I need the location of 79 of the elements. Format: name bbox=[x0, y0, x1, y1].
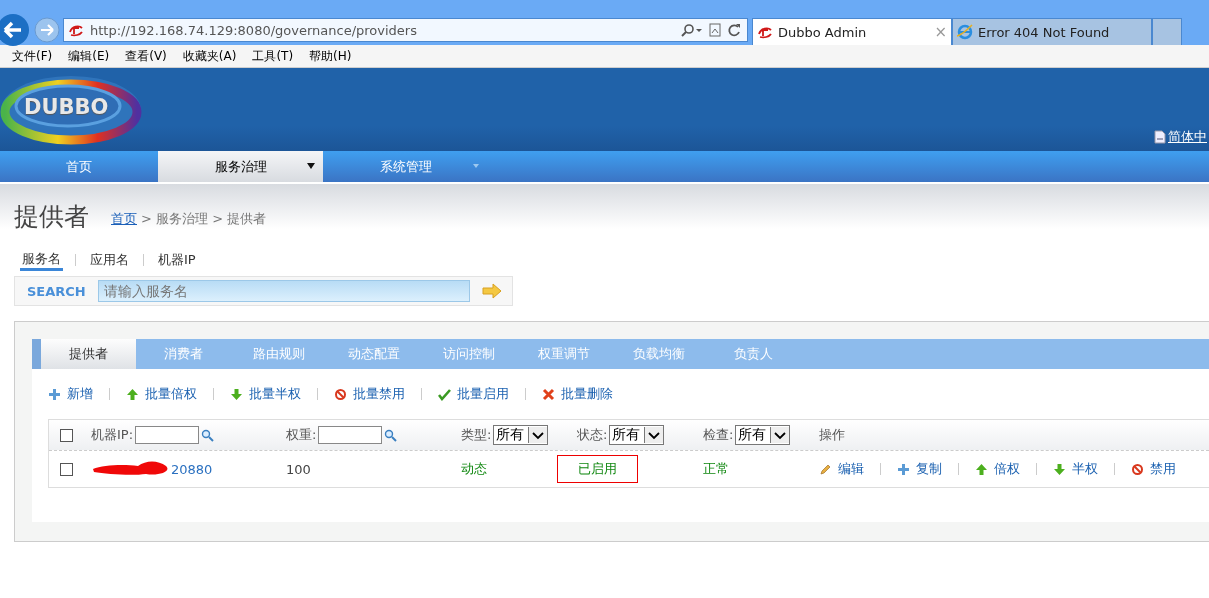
page-icon bbox=[68, 22, 84, 38]
action-link[interactable]: 批量禁用 bbox=[334, 385, 405, 403]
menu-item[interactable]: 查看(V) bbox=[125, 47, 167, 65]
tab-title: Error 404 Not Found bbox=[978, 24, 1110, 40]
nav-tab[interactable]: 服务治理 bbox=[158, 151, 323, 182]
logo-text: DUBBO bbox=[24, 95, 109, 119]
search-field[interactable]: 请输入服务名 bbox=[97, 280, 470, 302]
search-icon bbox=[201, 428, 215, 442]
filter-select[interactable]: 所有 bbox=[609, 425, 665, 445]
action-link[interactable]: 批量倍权 bbox=[126, 385, 197, 403]
browser-icon bbox=[957, 24, 973, 40]
filter-field[interactable] bbox=[318, 426, 383, 444]
new-tab-button[interactable] bbox=[1152, 18, 1182, 45]
down-arrow-icon bbox=[1053, 462, 1066, 476]
breadcrumb-text: > 服务治理 > 提供者 bbox=[141, 210, 267, 228]
document-icon bbox=[1154, 130, 1166, 144]
search-type-tab[interactable]: 机器IP bbox=[156, 251, 198, 269]
filter-label: 类型: bbox=[461, 426, 492, 444]
page-title: 提供者 bbox=[14, 202, 89, 232]
search-type-tab[interactable]: 应用名 bbox=[88, 251, 131, 269]
filter-field[interactable] bbox=[135, 426, 200, 444]
menu-item[interactable]: 文件(F) bbox=[12, 47, 53, 65]
search-type-tab[interactable]: 服务名 bbox=[20, 249, 63, 271]
url-text: http://192.168.74.129:8080/governance/providers bbox=[90, 22, 417, 38]
action-link[interactable]: 批量半权 bbox=[230, 385, 301, 403]
pencil-icon bbox=[819, 462, 832, 476]
arrow-button-icon[interactable] bbox=[482, 282, 502, 300]
filter-select[interactable]: 所有 bbox=[493, 425, 549, 445]
filter-label: 检查: bbox=[703, 426, 734, 444]
page-icon bbox=[757, 24, 773, 40]
action-link[interactable]: 批量启用 bbox=[438, 385, 509, 403]
search-label: SEARCH bbox=[27, 283, 86, 299]
address-bar[interactable]: http://192.168.74.129:8080/governance/providers bbox=[63, 18, 748, 42]
ip-link[interactable]: 20880 bbox=[171, 461, 213, 477]
menu-item[interactable]: 帮助(H) bbox=[309, 47, 352, 65]
panel-tab[interactable]: 提供者 bbox=[41, 339, 136, 369]
search-icon bbox=[681, 23, 703, 37]
up-arrow-icon bbox=[126, 387, 139, 401]
language-link[interactable]: 简体中 bbox=[1168, 128, 1207, 146]
checkbox[interactable] bbox=[60, 462, 73, 476]
ban-icon bbox=[334, 387, 347, 401]
action-link[interactable]: 新增 bbox=[48, 385, 93, 403]
plus-icon bbox=[48, 387, 61, 401]
status-cell: 已启用 bbox=[557, 455, 638, 483]
up-arrow-icon bbox=[975, 462, 988, 476]
ban-icon bbox=[1131, 462, 1144, 476]
row-action-link[interactable]: 倍权 bbox=[975, 460, 1020, 478]
forward-button-icon[interactable] bbox=[34, 17, 60, 43]
check-icon bbox=[438, 387, 451, 401]
browser-tab[interactable]: Dubbo Admin × bbox=[752, 18, 952, 45]
refresh-icon bbox=[727, 23, 741, 37]
compatibility-icon bbox=[709, 23, 721, 37]
type-cell-text: 动态 bbox=[461, 460, 488, 478]
plus-icon bbox=[897, 462, 910, 476]
delete-icon bbox=[542, 387, 555, 401]
checkbox[interactable] bbox=[60, 428, 73, 442]
nav-tab[interactable]: 系统管理 bbox=[323, 151, 488, 182]
row-action-link[interactable]: 编辑 bbox=[819, 460, 864, 478]
menu-item[interactable]: 编辑(E) bbox=[68, 47, 110, 65]
breadcrumb-link[interactable]: 首页 bbox=[111, 210, 137, 228]
filter-label: 权重: bbox=[286, 426, 317, 444]
action-link[interactable]: 批量删除 bbox=[542, 385, 613, 403]
menu-item[interactable]: 工具(T) bbox=[252, 47, 294, 65]
filter-label: 状态: bbox=[577, 426, 608, 444]
menu-item[interactable]: 收藏夹(A) bbox=[182, 47, 237, 65]
row-action-link[interactable]: 禁用 bbox=[1131, 460, 1176, 478]
row-action-link[interactable]: 半权 bbox=[1053, 460, 1098, 478]
column-header: 操作 bbox=[819, 426, 845, 444]
check-cell-text: 正常 bbox=[703, 460, 730, 478]
back-button-icon[interactable] bbox=[0, 13, 30, 47]
browser-tab[interactable]: Error 404 Not Found bbox=[952, 18, 1152, 45]
weight-cell-text: 100 bbox=[286, 461, 312, 477]
search-icon bbox=[384, 428, 398, 442]
filter-select[interactable]: 所有 bbox=[735, 425, 791, 445]
row-action-link[interactable]: 复制 bbox=[897, 460, 942, 478]
nav-tab[interactable]: 首页 bbox=[0, 151, 158, 182]
tab-title: Dubbo Admin bbox=[778, 24, 867, 40]
down-arrow-icon bbox=[230, 387, 243, 401]
filter-label: 机器IP: bbox=[91, 426, 134, 444]
